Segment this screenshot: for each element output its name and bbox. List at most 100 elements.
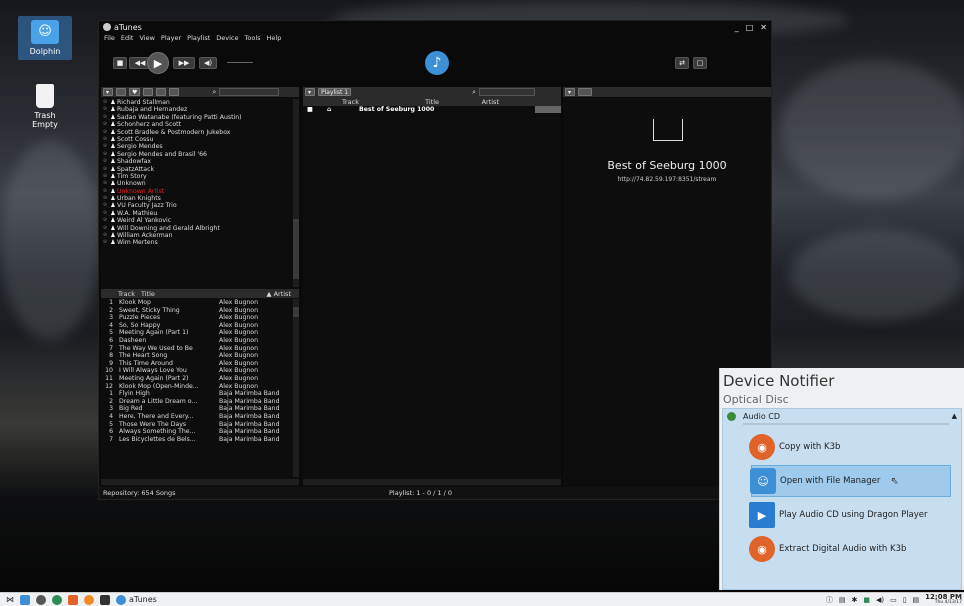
menu-file[interactable]: File — [104, 34, 115, 42]
menu-help[interactable]: Help — [267, 34, 282, 42]
col-title[interactable]: Title — [141, 290, 221, 298]
search-icon[interactable]: ⌕ — [472, 88, 476, 97]
volume-slider[interactable] — [227, 62, 253, 63]
song-row[interactable]: 8 The Heart Song Alex Bugnon — [101, 352, 291, 360]
artist-item[interactable]: ⊕ ♟ Schonherz and Scott — [101, 121, 291, 128]
expand-icon[interactable]: ⊕ — [101, 136, 109, 143]
artist-item[interactable]: ⊕ ♟ Unknown Artist — [101, 188, 291, 195]
expand-icon[interactable]: ⊕ — [101, 239, 109, 246]
task-atunes[interactable]: aTunes — [116, 594, 157, 605]
action-play-dragon[interactable]: ▶ Play Audio CD using Dragon Player — [749, 499, 951, 531]
artist-item[interactable]: ⊕ ♟ Scott Cossu — [101, 136, 291, 143]
song-row[interactable]: 3 Big Red Baja Marimba Band — [101, 405, 291, 413]
playlist-search-input[interactable] — [478, 88, 535, 96]
action-open-file-manager[interactable]: ☺ Open with File Manager ⇖ — [750, 465, 951, 497]
artist-item[interactable]: ⊕ ♟ Sergio Mendes and Brasil '66 — [101, 151, 291, 158]
fullscreen-button[interactable]: □ — [693, 57, 707, 69]
expand-icon[interactable]: ⊕ — [101, 166, 109, 173]
artist-item[interactable]: ⊕ ♟ Sadao Watanabe (featuring Patti Austin… — [101, 114, 291, 121]
song-row[interactable]: 10 I Will Always Love You Alex Bugnon — [101, 367, 291, 375]
col-artist[interactable]: Artist — [439, 98, 499, 106]
navigator-tree-icon[interactable]: ▾ — [103, 88, 113, 96]
artist-item[interactable]: ⊕ ♟ Richard Stallman — [101, 99, 291, 106]
song-row[interactable]: 4 Here, There and Every... Baja Marimba Ba… — [101, 413, 291, 421]
artist-item[interactable]: ⊕ ♟ Rubaja and Hernandez — [101, 106, 291, 113]
application-launcher-icon[interactable]: ⋈ — [6, 595, 14, 604]
close-icon[interactable]: ✕ — [760, 23, 767, 32]
song-hscrollbar[interactable] — [101, 479, 299, 485]
artist-item[interactable]: ⊕ ♟ Wim Mertens — [101, 239, 291, 246]
podcast-icon[interactable] — [143, 88, 154, 96]
song-row[interactable]: 6 Dasheen Alex Bugnon — [101, 337, 291, 345]
song-row[interactable]: 1 Klook Mop Alex Bugnon — [101, 299, 291, 307]
desktop-icon-dolphin[interactable]: ☺ Dolphin — [18, 16, 72, 60]
expand-icon[interactable]: ⊕ — [101, 106, 109, 113]
stop-button[interactable]: ■ — [113, 57, 127, 69]
browser-icon[interactable] — [52, 594, 62, 605]
playlist-row[interactable]: ■ ⌂ Best of Seeburg 1000 — [303, 106, 561, 114]
settings-icon[interactable] — [36, 594, 46, 605]
desktop-icon-trash[interactable]: Trash Empty — [18, 84, 72, 129]
navigator-search-input[interactable] — [219, 88, 280, 96]
artist-item[interactable]: ⊕ ♟ Tim Story — [101, 173, 291, 180]
artist-scrollbar[interactable] — [293, 99, 299, 287]
song-row[interactable]: 7 Les Bicyclettes de Bels... Baja Marimba … — [101, 436, 291, 444]
expand-icon[interactable]: ⊕ — [101, 143, 109, 150]
song-row[interactable]: 4 So, So Happy Alex Bugnon — [101, 322, 291, 330]
window-titlebar[interactable]: aTunes _ □ ✕ — [99, 21, 771, 33]
playlist-tab[interactable]: Playlist 1 — [318, 88, 352, 96]
device-notifier-icon[interactable]: ▤ — [839, 596, 846, 604]
collapse-icon[interactable]: ▲ — [952, 412, 957, 420]
song-row[interactable]: 12 Klook Mop (Open-Minde... Alex Bugnon — [101, 383, 291, 391]
scroll-thumb[interactable] — [293, 219, 299, 279]
expand-icon[interactable]: ⊕ — [101, 99, 109, 106]
artist-item[interactable]: ⊕ ♟ Unknown — [101, 180, 291, 187]
song-row[interactable]: 2 Sweet, Sticky Thing Alex Bugnon — [101, 307, 291, 315]
play-button[interactable]: ▶ — [147, 52, 169, 74]
song-row[interactable]: 5 Meeting Again (Part 1) Alex Bugnon — [101, 329, 291, 337]
station-url[interactable]: http://74.82.59.197:8351/stream — [563, 176, 771, 183]
maximize-icon[interactable]: □ — [746, 23, 754, 32]
clock[interactable]: 12:08 PM Thu 4/13/17 — [925, 593, 962, 606]
repeat-button[interactable]: ⇄ — [675, 57, 689, 69]
artist-item[interactable]: ⊕ ♟ Will Downing and Gerald Albright — [101, 225, 291, 232]
expand-icon[interactable]: ⊕ — [101, 217, 109, 224]
radio-icon[interactable] — [156, 88, 167, 96]
device-icon[interactable] — [169, 88, 180, 96]
artist-item[interactable]: ⊕ ♟ Urban Knights — [101, 195, 291, 202]
expand-icon[interactable]: ⊕ — [101, 121, 109, 128]
mute-button[interactable]: ◀) — [199, 57, 217, 69]
menu-view[interactable]: View — [139, 34, 154, 42]
battery-icon[interactable]: ▭ — [890, 596, 897, 604]
song-scrollbar[interactable] — [293, 299, 299, 477]
expand-icon[interactable]: ⊕ — [101, 114, 109, 121]
expand-icon[interactable]: ⊕ — [101, 232, 109, 239]
info-icon[interactable]: ⓘ — [826, 595, 833, 605]
menu-playlist[interactable]: Playlist — [187, 34, 210, 42]
terminal-icon[interactable] — [100, 594, 110, 605]
context-menu-icon[interactable]: ▾ — [565, 88, 575, 96]
menu-edit[interactable]: Edit — [121, 34, 134, 42]
song-row[interactable]: 5 Those Were The Days Baja Marimba Band — [101, 421, 291, 429]
artist-item[interactable]: ⊕ ♟ W.A. Mathieu — [101, 210, 291, 217]
scroll-thumb[interactable] — [293, 307, 299, 317]
firefox-icon[interactable] — [84, 594, 94, 605]
artist-item[interactable]: ⊕ ♟ William Ackerman — [101, 232, 291, 239]
artist-item[interactable]: ⊕ ♟ Shadowfax — [101, 158, 291, 165]
bluetooth-icon[interactable]: ✱ — [851, 596, 857, 604]
dolphin-icon[interactable] — [20, 594, 30, 605]
menu-tools[interactable]: Tools — [245, 34, 261, 42]
col-title[interactable]: Title — [359, 98, 439, 106]
clipboard-icon[interactable]: ▯ — [903, 596, 907, 604]
printer-icon[interactable]: ▤ — [913, 596, 920, 604]
minimize-icon[interactable]: _ — [735, 23, 739, 32]
network-icon[interactable]: ■ — [863, 596, 870, 604]
expand-icon[interactable]: ⊕ — [101, 180, 109, 187]
artist-item[interactable]: ⊕ ♟ Scott Bradlee & Postmodern Jukebox — [101, 129, 291, 136]
song-row[interactable]: 9 This Time Around Alex Bugnon — [101, 360, 291, 368]
expand-icon[interactable]: ⊕ — [101, 151, 109, 158]
expand-icon[interactable]: ⊕ — [101, 225, 109, 232]
expand-icon[interactable]: ⊕ — [101, 129, 109, 136]
playlist-hscrollbar[interactable] — [303, 479, 561, 485]
expand-icon[interactable]: ⊕ — [101, 202, 109, 209]
